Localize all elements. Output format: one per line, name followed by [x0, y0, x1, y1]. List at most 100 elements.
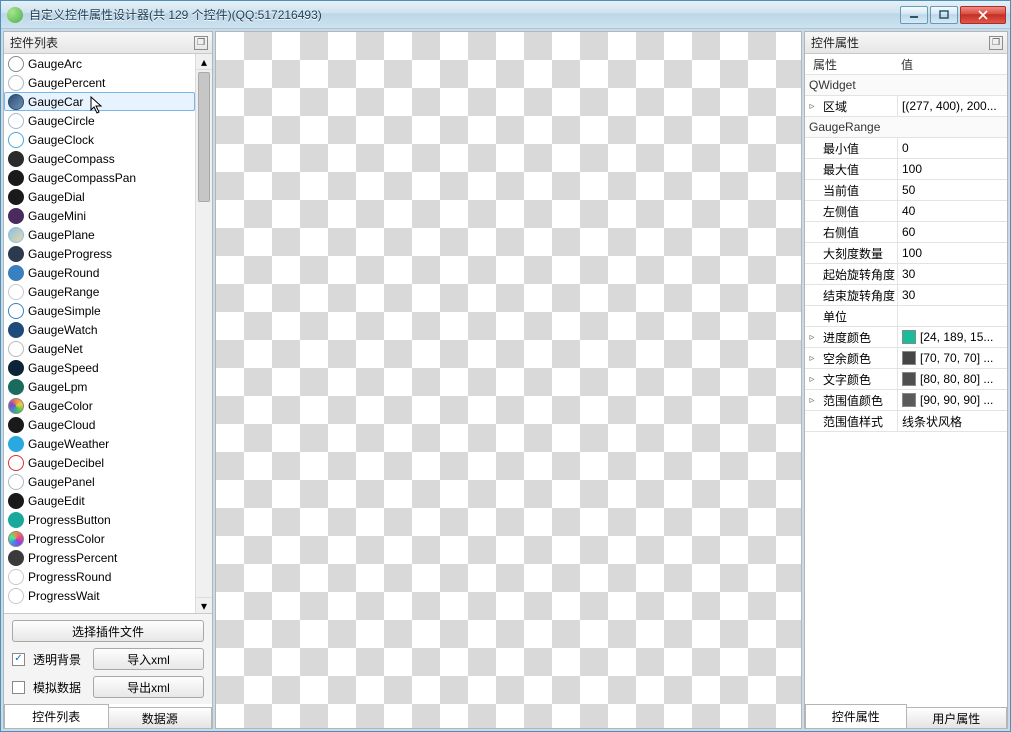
design-canvas[interactable]	[215, 31, 802, 729]
list-item[interactable]: GaugePlane	[4, 225, 195, 244]
titlebar[interactable]: 自定义控件属性设计器(共 129 个控件)(QQ:517216493)	[1, 1, 1010, 29]
select-plugin-button[interactable]: 选择插件文件	[12, 620, 204, 642]
list-item[interactable]: GaugeArc	[4, 54, 195, 73]
list-item-label: GaugeWeather	[28, 437, 109, 451]
scrollbar-vertical[interactable]: ▴ ▾	[195, 54, 212, 613]
list-item[interactable]: GaugeClock	[4, 130, 195, 149]
gauge-icon	[8, 303, 24, 319]
list-item[interactable]: GaugeWeather	[4, 434, 195, 453]
list-item-label: GaugeCircle	[28, 114, 95, 128]
prop-row[interactable]: 单位	[805, 306, 1007, 327]
left-panel: 控件列表 ❐ GaugeArcGaugePercentGaugeCarGauge…	[3, 31, 213, 729]
list-item[interactable]: GaugeMini	[4, 206, 195, 225]
list-item[interactable]: GaugeDial	[4, 187, 195, 206]
expand-icon[interactable]: ▹	[805, 374, 819, 385]
tab-widget-props[interactable]: 控件属性	[805, 704, 907, 728]
minimize-button[interactable]	[900, 6, 928, 24]
dock-icon[interactable]: ❐	[989, 36, 1003, 50]
scroll-up-icon[interactable]: ▴	[196, 54, 212, 70]
expand-icon[interactable]: ▹	[805, 353, 819, 364]
transparent-bg-checkbox[interactable]	[12, 653, 25, 666]
gauge-icon	[8, 227, 24, 243]
right-panel: 控件属性 ❐ 属性 值 QWidget ▹ 区域 [(277, 400), 20…	[804, 31, 1008, 729]
prop-row-style[interactable]: 范围值样式 线条状风格	[805, 411, 1007, 432]
prop-row[interactable]: 大刻度数量100	[805, 243, 1007, 264]
prop-row-color[interactable]: ▹文字颜色[80, 80, 80] ...	[805, 369, 1007, 390]
gauge-icon	[8, 265, 24, 281]
prop-row[interactable]: 最大值100	[805, 159, 1007, 180]
list-item[interactable]: ProgressRound	[4, 567, 195, 586]
prop-row[interactable]: 起始旋转角度30	[805, 264, 1007, 285]
prop-row-color[interactable]: ▹进度颜色[24, 189, 15...	[805, 327, 1007, 348]
list-item[interactable]: GaugeRound	[4, 263, 195, 282]
gauge-icon	[8, 75, 24, 91]
list-item[interactable]: GaugeLpm	[4, 377, 195, 396]
gauge-icon	[8, 56, 24, 72]
list-item[interactable]: GaugeCloud	[4, 415, 195, 434]
list-item[interactable]: GaugeRange	[4, 282, 195, 301]
gauge-icon	[8, 550, 24, 566]
scroll-down-icon[interactable]: ▾	[196, 597, 212, 613]
scroll-thumb[interactable]	[198, 72, 210, 202]
gauge-icon	[8, 189, 24, 205]
list-item[interactable]: GaugeDecibel	[4, 453, 195, 472]
list-item[interactable]: ProgressButton	[4, 510, 195, 529]
prop-group-qwidget[interactable]: QWidget	[805, 75, 1007, 96]
expand-icon[interactable]: ▹	[805, 395, 819, 406]
list-item-label: GaugeCompass	[28, 152, 115, 166]
expand-icon[interactable]: ▹	[805, 332, 819, 343]
tab-widget-list[interactable]: 控件列表	[4, 704, 109, 728]
mock-data-checkbox[interactable]	[12, 681, 25, 694]
list-item[interactable]: GaugeCircle	[4, 111, 195, 130]
prop-row-color[interactable]: ▹空余颜色[70, 70, 70] ...	[805, 348, 1007, 369]
prop-row-color[interactable]: ▹范围值颜色[90, 90, 90] ...	[805, 390, 1007, 411]
prop-row-region[interactable]: ▹ 区域 [(277, 400), 200...	[805, 96, 1007, 117]
gauge-icon	[8, 132, 24, 148]
list-item-label: GaugeCompassPan	[28, 171, 136, 185]
list-item-label: GaugeRound	[28, 266, 99, 280]
prop-row[interactable]: 最小值0	[805, 138, 1007, 159]
gauge-icon	[8, 322, 24, 338]
prop-row[interactable]: 结束旋转角度30	[805, 285, 1007, 306]
prop-row[interactable]: 当前值50	[805, 180, 1007, 201]
list-item[interactable]: GaugeWatch	[4, 320, 195, 339]
left-panel-header[interactable]: 控件列表 ❐	[4, 32, 212, 54]
bottom-controls: 选择插件文件 透明背景 导入xml 模拟数据 导出xml	[4, 614, 212, 704]
list-item[interactable]: GaugeColor	[4, 396, 195, 415]
maximize-button[interactable]	[930, 6, 958, 24]
transparent-bg-label: 透明背景	[33, 651, 85, 668]
list-item[interactable]: ProgressPercent	[4, 548, 195, 567]
export-xml-button[interactable]: 导出xml	[93, 676, 204, 698]
prop-group-gaugerange[interactable]: GaugeRange	[805, 117, 1007, 138]
list-item-label: GaugeMini	[28, 209, 86, 223]
list-item[interactable]: GaugeCompassPan	[4, 168, 195, 187]
gauge-icon	[8, 284, 24, 300]
expand-icon[interactable]: ▹	[805, 101, 819, 112]
gauge-icon	[8, 417, 24, 433]
right-panel-header[interactable]: 控件属性 ❐	[805, 32, 1007, 54]
list-item[interactable]: GaugePercent	[4, 73, 195, 92]
list-item[interactable]: GaugeEdit	[4, 491, 195, 510]
import-xml-button[interactable]: 导入xml	[93, 648, 204, 670]
list-item[interactable]: GaugeSimple	[4, 301, 195, 320]
gauge-icon	[8, 246, 24, 262]
list-item-label: GaugePanel	[28, 475, 95, 489]
prop-row[interactable]: 右侧值60	[805, 222, 1007, 243]
close-button[interactable]	[960, 6, 1006, 24]
list-item-label: GaugeEdit	[28, 494, 85, 508]
list-item[interactable]: ProgressWait	[4, 586, 195, 605]
dock-icon[interactable]: ❐	[194, 36, 208, 50]
list-item[interactable]: GaugeSpeed	[4, 358, 195, 377]
list-item[interactable]: GaugeNet	[4, 339, 195, 358]
list-item[interactable]: ProgressColor	[4, 529, 195, 548]
right-panel-title: 控件属性	[811, 34, 859, 51]
list-item-label: GaugeLpm	[28, 380, 87, 394]
widget-list[interactable]: GaugeArcGaugePercentGaugeCar GaugeCircle G…	[4, 54, 195, 613]
tab-user-props[interactable]: 用户属性	[907, 707, 1008, 728]
list-item[interactable]: GaugeCompass	[4, 149, 195, 168]
tab-data-source[interactable]: 数据源	[109, 707, 213, 728]
list-item[interactable]: GaugePanel	[4, 472, 195, 491]
list-item[interactable]: GaugeProgress	[4, 244, 195, 263]
list-item[interactable]: GaugeCar	[4, 92, 195, 111]
prop-row[interactable]: 左侧值40	[805, 201, 1007, 222]
